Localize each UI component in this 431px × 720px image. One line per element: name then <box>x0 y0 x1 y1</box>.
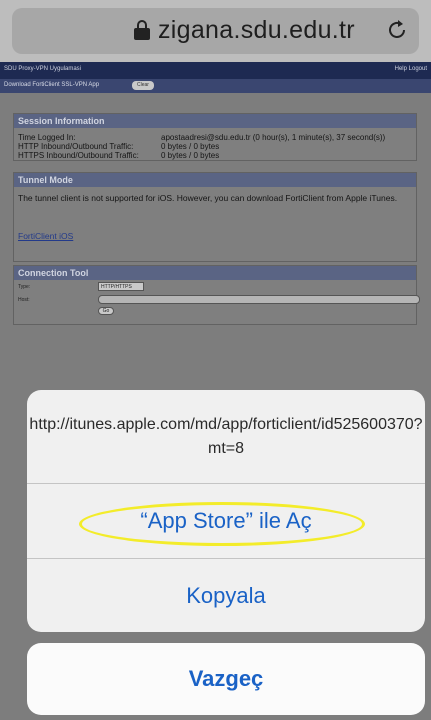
session-panel: Session Information Time Logged In: apos… <box>13 113 417 161</box>
action-sheet: http://itunes.apple.com/md/app/forticlie… <box>27 390 425 632</box>
open-in-app-store-button[interactable]: “App Store” ile Aç <box>27 484 425 558</box>
action-sheet-message: http://itunes.apple.com/md/app/forticlie… <box>29 415 423 457</box>
lock-icon <box>134 20 150 40</box>
host-label: Host: <box>18 297 30 303</box>
go-button[interactable]: Go <box>98 307 114 315</box>
type-label: Type: <box>18 284 31 290</box>
connection-heading: Connection Tool <box>14 266 416 280</box>
info-label: HTTPS Inbound/Outbound Traffic: <box>18 151 139 160</box>
site-title: SDU Proxy-VPN Uygulamasi <box>4 66 82 72</box>
help-logout-links[interactable]: Help Logout <box>395 66 427 72</box>
clear-button[interactable]: Clear <box>132 81 154 90</box>
download-label: Download FortiClient SSL-VPN App <box>4 82 100 88</box>
tunnel-heading: Tunnel Mode <box>14 173 416 187</box>
cancel-button[interactable]: Vazgeç <box>27 643 425 715</box>
download-bar: Download FortiClient SSL-VPN App Clear <box>0 79 431 93</box>
site-header: SDU Proxy-VPN Uygulamasi Help Logout <box>0 62 431 79</box>
info-value: 0 bytes / 0 bytes <box>161 151 220 160</box>
tunnel-panel: Tunnel Mode The tunnel client is not sup… <box>13 172 417 262</box>
copy-button[interactable]: Kopyala <box>27 559 425 632</box>
info-label: Time Logged In: <box>18 133 76 142</box>
session-heading: Session Information <box>14 114 416 128</box>
info-label: HTTP Inbound/Outbound Traffic: <box>18 142 134 151</box>
connection-panel: Connection Tool Type: HTTP/HTTPS Host: G… <box>13 265 420 325</box>
url-text[interactable]: zigana.sdu.edu.tr <box>158 16 355 45</box>
tunnel-message: The tunnel client is not supported for i… <box>18 193 398 203</box>
type-select[interactable]: HTTP/HTTPS <box>98 282 144 291</box>
host-input[interactable] <box>98 295 420 304</box>
address-bar[interactable]: zigana.sdu.edu.tr <box>12 8 419 54</box>
forticlient-ios-link[interactable]: FortiClient iOS <box>18 231 73 241</box>
info-value: apostaadresi@sdu.edu.tr (0 hour(s), 1 mi… <box>161 133 386 142</box>
browser-toolbar: zigana.sdu.edu.tr <box>0 0 431 62</box>
reload-icon[interactable] <box>386 19 408 41</box>
info-value: 0 bytes / 0 bytes <box>161 142 220 151</box>
